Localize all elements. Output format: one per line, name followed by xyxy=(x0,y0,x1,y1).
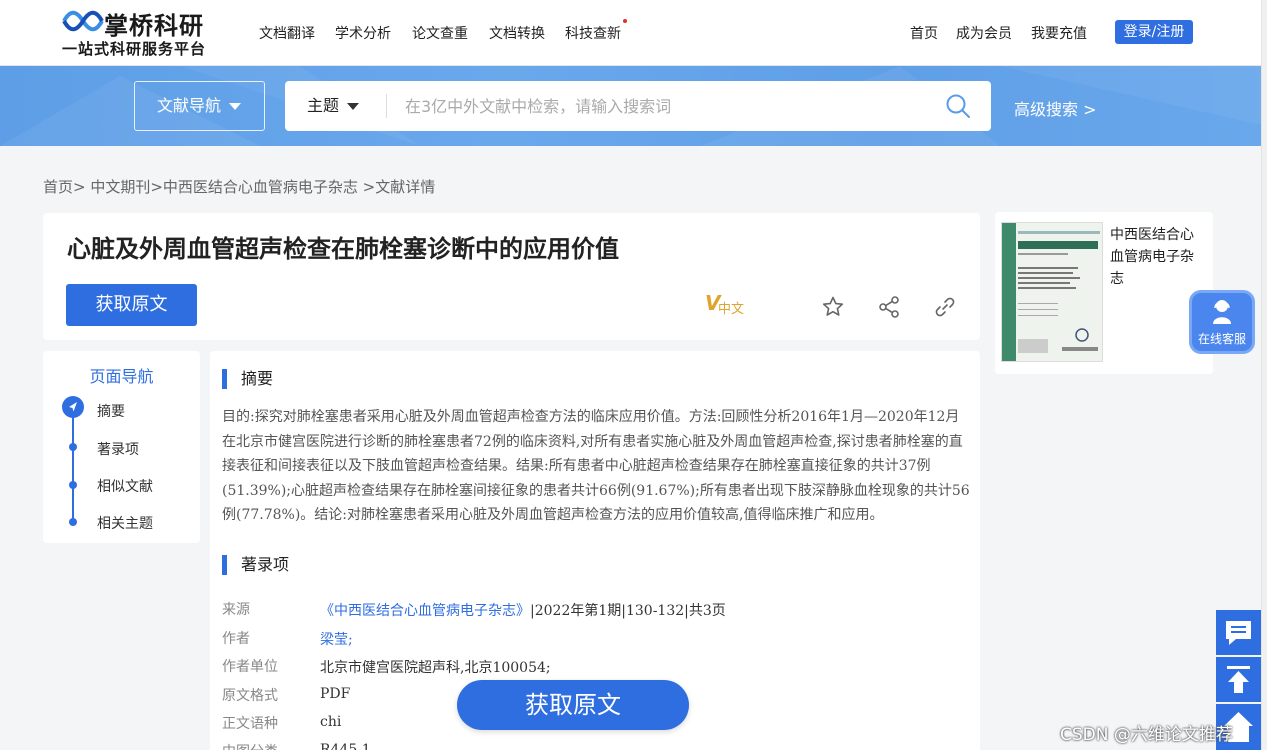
top-navbar: 掌桥科研 一站式科研服务平台 文档翻译 学术分析 论文查重 文档转换 科技查新 … xyxy=(0,0,1267,66)
caret-down-icon xyxy=(229,103,242,110)
csdn-watermark: CSDN @六维论文推荐 xyxy=(1060,725,1233,745)
abstract-heading: 摘要 xyxy=(222,369,273,389)
nav-academic-analysis[interactable]: 学术分析 xyxy=(335,23,391,43)
logo-name: 掌桥科研 xyxy=(104,11,204,40)
record-heading: 著录项 xyxy=(222,555,289,575)
article-header-card: 心脏及外周血管超声检查在肺栓塞诊断中的应用价值 获取原文 V 中文 xyxy=(43,213,980,340)
page-nav-dot xyxy=(69,518,77,526)
get-fulltext-button[interactable]: 获取原文 xyxy=(66,284,197,326)
journal-cover-image[interactable] xyxy=(1001,222,1103,362)
back-to-top-button[interactable] xyxy=(1216,657,1261,702)
search-icon[interactable] xyxy=(945,93,971,119)
author-link[interactable]: 梁莹; xyxy=(320,632,353,648)
page-nav-item-topics[interactable]: 相关主题 xyxy=(97,513,153,533)
arrow-up-icon xyxy=(1227,666,1250,693)
record-label-format: 原文格式 xyxy=(222,688,278,704)
star-icon[interactable] xyxy=(821,295,845,319)
nav-become-member[interactable]: 成为会员 xyxy=(956,23,1012,43)
page-nav-item-similar[interactable]: 相似文献 xyxy=(97,476,153,496)
link-icon[interactable] xyxy=(933,295,957,319)
logo[interactable]: 掌桥科研 一站式科研服务平台 xyxy=(62,6,222,60)
search-input[interactable] xyxy=(405,89,925,123)
nav-doc-convert[interactable]: 文档转换 xyxy=(489,23,545,43)
nav-doc-translate[interactable]: 文档翻译 xyxy=(259,23,315,43)
search-banner: 文献导航 主题 高级搜索 > xyxy=(0,66,1267,146)
page-nav-dot xyxy=(69,481,77,489)
logo-slogan: 一站式科研服务平台 xyxy=(62,40,207,58)
online-service-label: 在线客服 xyxy=(1197,332,1246,346)
record-label-author: 作者 xyxy=(222,631,250,647)
new-indicator-dot xyxy=(623,19,627,23)
badge-text: 中文 xyxy=(718,302,745,317)
breadcrumb[interactable]: 首页> 中文期刊>中西医结合心血管病电子杂志 >文献详情 xyxy=(43,176,435,197)
nav-home[interactable]: 首页 xyxy=(910,23,938,43)
journal-name[interactable]: 中西医结合心血管病电子杂志 xyxy=(1110,224,1205,290)
record-value-format: PDF xyxy=(320,686,351,702)
caret-down-icon xyxy=(347,103,360,110)
login-register-button[interactable]: 登录/注册 xyxy=(1115,20,1193,44)
record-label-classification: 中图分类 xyxy=(222,741,278,750)
journal-card[interactable]: 中西医结合心血管病电子杂志 xyxy=(995,212,1213,374)
nav-novelty-search[interactable]: 科技查新 xyxy=(565,23,621,43)
record-value-affiliation: 北京市健宫医院超声科,北京100054; xyxy=(320,660,551,676)
search-type-label: 主题 xyxy=(307,96,340,115)
journal-cover-art xyxy=(1002,223,1100,361)
advanced-search-link[interactable]: 高级搜索 > xyxy=(1014,96,1097,120)
record-value-language: chi xyxy=(320,714,342,730)
nav-recharge[interactable]: 我要充值 xyxy=(1031,23,1087,43)
literature-nav-dropdown[interactable]: 文献导航 xyxy=(134,81,265,131)
search-divider xyxy=(386,94,387,118)
source-issue-info: |2022年第1期|130-132|共3页 xyxy=(530,603,726,619)
scrollbar[interactable] xyxy=(1261,0,1267,750)
floating-get-fulltext-button[interactable]: 获取原文 xyxy=(457,680,689,730)
page-nav-timeline xyxy=(72,409,74,522)
record-value-source: 《中西医结合心血管病电子杂志》|2022年第1期|130-132|共3页 xyxy=(320,600,726,620)
page-nav-dot xyxy=(69,443,77,451)
article-title: 心脏及外周血管超声检查在肺栓塞诊断中的应用价值 xyxy=(67,235,619,263)
literature-nav-label: 文献导航 xyxy=(157,96,222,115)
page-nav-item-record[interactable]: 著录项 xyxy=(97,439,139,459)
customer-service-icon xyxy=(1213,300,1231,324)
message-icon xyxy=(1226,621,1251,645)
record-label-affiliation: 作者单位 xyxy=(222,659,278,675)
search-box: 主题 xyxy=(285,81,991,131)
online-service-button[interactable]: 在线客服 xyxy=(1189,290,1255,354)
feedback-button[interactable] xyxy=(1216,610,1261,655)
page-nav-active-marker xyxy=(62,396,84,418)
share-icon[interactable] xyxy=(877,295,901,319)
page-nav-item-abstract[interactable]: 摘要 xyxy=(97,401,125,421)
source-journal-link[interactable]: 《中西医结合心血管病电子杂志》 xyxy=(320,603,530,619)
chinese-language-badge: V 中文 xyxy=(703,291,751,317)
record-value-author: 梁莹; xyxy=(320,629,353,649)
abstract-text: 目的:探究对肺栓塞患者采用心脏及外周血管超声检查方法的临床应用价值。方法:回顾性… xyxy=(222,409,970,523)
nav-plagiarism-check[interactable]: 论文查重 xyxy=(412,23,468,43)
navigation-arrow-icon xyxy=(69,402,77,412)
record-label-source: 来源 xyxy=(222,602,250,618)
page-navigation: 页面导航 摘要 著录项 相似文献 相关主题 xyxy=(43,351,200,543)
page-nav-title: 页面导航 xyxy=(89,367,154,386)
record-label-language: 正文语种 xyxy=(222,716,278,732)
record-value-classification: R445.1 xyxy=(320,742,371,750)
search-type-select[interactable]: 主题 xyxy=(307,81,360,131)
logo-wave-icon xyxy=(62,10,104,32)
